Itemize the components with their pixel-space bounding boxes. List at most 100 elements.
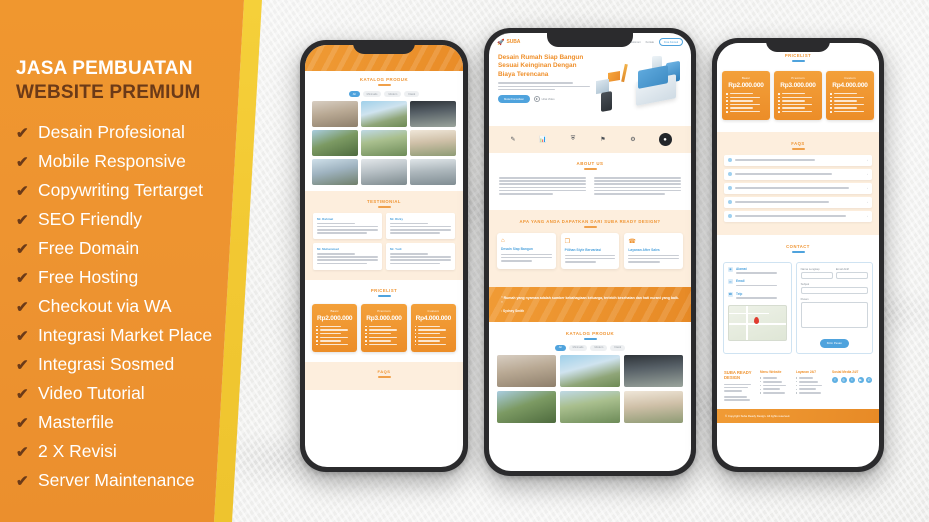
filter-chip[interactable]: Klasik [610, 344, 626, 351]
social-icons[interactable]: f ◎ t ▶ ✆ [832, 377, 872, 384]
filter-chip[interactable]: Minimalis [362, 91, 382, 98]
whatsapp-icon[interactable]: ✆ [866, 377, 872, 384]
footer-link[interactable] [796, 377, 826, 379]
catalog-thumb[interactable] [410, 130, 456, 157]
footer-link[interactable] [760, 377, 790, 379]
partner-icon-strip: ✎ 📊 ⛨ ⚑ ⚙ ● [489, 126, 691, 153]
pricing-card[interactable]: Custom Rp4.000.000 [410, 303, 456, 353]
benefit-card[interactable]: ☎ Layanan After Sales [624, 233, 684, 270]
plan-feature [830, 96, 870, 99]
catalog-thumb[interactable] [623, 354, 683, 387]
check-icon: ✔ [16, 356, 29, 374]
catalog-thumb[interactable] [410, 159, 456, 186]
heading-rule [377, 206, 391, 209]
filter-chip[interactable]: All [348, 91, 360, 98]
filter-chip[interactable]: Modern [384, 91, 402, 98]
pricing-card[interactable]: Basic Rp2.000.000 [312, 303, 358, 353]
catalog-thumb[interactable] [361, 130, 407, 157]
filter-chip[interactable]: Minimalis [568, 344, 588, 351]
feature-label: Integrasi Sosmed [38, 353, 175, 374]
plan-feature [316, 329, 353, 331]
catalog-thumb[interactable] [312, 130, 358, 157]
testimonial-heading: TESTIMONIAL [367, 199, 401, 205]
youtube-icon[interactable]: ▶ [857, 377, 864, 384]
footer-link[interactable] [796, 384, 826, 387]
phone-notch [353, 40, 415, 54]
footer-link[interactable] [760, 388, 790, 391]
footer-social-col: Sosial Media 24/7 f ◎ t ▶ ✆ [832, 370, 872, 402]
catalog-thumb[interactable] [361, 101, 407, 128]
faq-row[interactable]: › [724, 210, 872, 222]
plan-feature [316, 325, 353, 328]
faq-row[interactable]: › [724, 196, 872, 208]
pricing-card[interactable]: Custom Rp4.000.000 [826, 71, 874, 120]
subject-input[interactable] [800, 286, 868, 294]
benefit-card[interactable]: ❐ Pilihan Style Bervariasi [560, 233, 620, 270]
catalog-thumb[interactable] [312, 101, 358, 128]
check-icon: ✔ [16, 124, 29, 142]
heading-rule [377, 294, 391, 297]
faq-row[interactable]: › [724, 154, 872, 166]
footer-link[interactable] [796, 388, 826, 391]
plan-feature [365, 336, 402, 339]
catalog-thumb[interactable] [560, 354, 620, 387]
footer-link[interactable] [796, 380, 826, 383]
plan-feature [414, 329, 452, 331]
pricing-card[interactable]: Basic Rp2.000.000 [722, 71, 770, 120]
submit-button[interactable]: Kirim Pesan [819, 338, 849, 348]
footer-link[interactable] [760, 384, 790, 387]
pricing-card[interactable]: Premium Rp3.000.000 [361, 303, 407, 353]
footer-brand: SUBA READY DESIGN [724, 370, 752, 381]
name-input[interactable] [800, 271, 833, 279]
nav-item[interactable]: Kontak [646, 41, 654, 44]
footer-link[interactable] [760, 380, 790, 383]
check-icon: ✔ [16, 443, 29, 461]
testimonial-name: Mr. Rizky [390, 217, 404, 222]
facebook-icon[interactable]: f [832, 377, 838, 384]
name-label: Nama Lengkap [800, 266, 820, 271]
feature-item: ✔ 2 X Revisi [16, 441, 250, 467]
catalog-thumb[interactable] [560, 390, 620, 423]
pricing-card[interactable]: Premium Rp3.000.000 [774, 71, 822, 120]
subject-label: Subjek [800, 281, 810, 286]
faq-row[interactable]: › [724, 182, 872, 194]
location-map[interactable] [728, 304, 787, 341]
chevron-right-icon: › [867, 200, 868, 205]
catalog-thumb[interactable] [312, 159, 358, 186]
feature-label: Checkout via WA [38, 295, 172, 316]
plan-price: Rp4.000.000 [415, 314, 452, 322]
phone-screen: KATALOG PRODUK All Minimalis Modern Klasik [305, 45, 463, 467]
site-logo[interactable]: 🚀 SUBA [497, 39, 520, 46]
benefit-title: Desain Siap Bangun [501, 247, 533, 252]
message-textarea[interactable] [800, 302, 868, 329]
feature-label: Mobile Responsive [38, 150, 186, 171]
feature-item: ✔ Server Maintenance [16, 470, 250, 496]
hero-play-button[interactable]: Lihat Video [533, 96, 555, 103]
heading-rule [377, 376, 391, 379]
pricing-cards: Basic Rp2.000.000 Premium Rp3.000.000 Custom… [722, 67, 874, 124]
info-title: Telp [736, 291, 743, 296]
email-input[interactable] [835, 271, 869, 279]
catalog-thumb[interactable] [410, 101, 456, 128]
catalog-thumb[interactable] [497, 354, 557, 387]
filter-chip[interactable]: Klasik [404, 91, 420, 98]
hero-primary-button[interactable]: Mulai Konsultasi [498, 95, 530, 104]
instagram-icon[interactable]: ◎ [840, 377, 847, 384]
twitter-icon[interactable]: t [849, 377, 855, 384]
benefit-card[interactable]: ⌂ Desain Siap Bangun [497, 233, 556, 270]
location-icon: ◉ [728, 266, 733, 272]
filter-chip[interactable]: All [554, 344, 566, 351]
benefits-heading: APA YANG ANDA DAPATKAN DARI SUBA READY D… [519, 219, 661, 225]
catalog-thumb[interactable] [497, 390, 557, 423]
catalog-thumb[interactable] [361, 159, 407, 186]
catalog-filters[interactable]: All Minimalis Modern Klasik [312, 91, 456, 98]
catalog-filters[interactable]: All Minimalis Modern Klasik [489, 344, 691, 351]
faq-row[interactable]: › [724, 168, 872, 180]
nav-cta-button[interactable]: Free Konsul [659, 38, 683, 46]
map-pin-icon [753, 317, 759, 325]
catalog-thumb[interactable] [623, 390, 683, 423]
footer-link[interactable] [760, 392, 790, 394]
plan-feature [414, 343, 452, 346]
footer-link[interactable] [796, 392, 826, 394]
filter-chip[interactable]: Modern [590, 344, 608, 351]
